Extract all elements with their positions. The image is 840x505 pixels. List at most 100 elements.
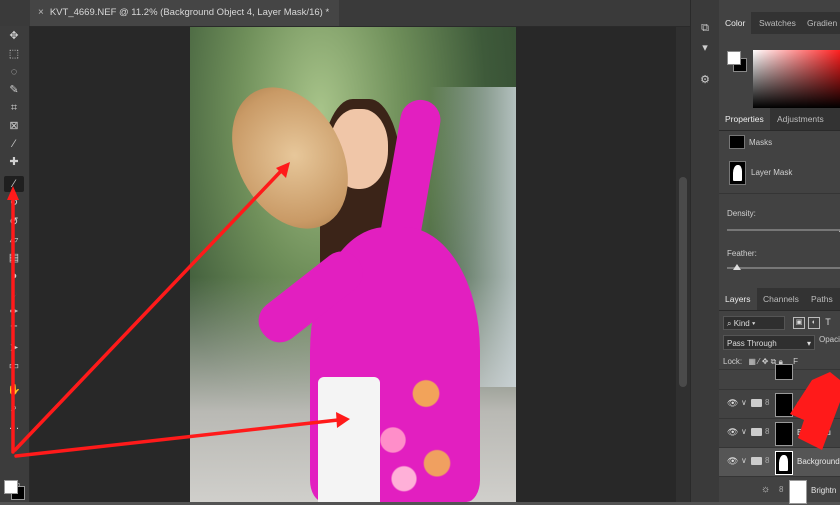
masks-label: Masks <box>749 138 773 147</box>
folder-icon <box>751 399 762 407</box>
path-select-tool-icon[interactable]: ➤ <box>4 340 24 356</box>
dodge-tool-icon[interactable]: ◐ <box>4 286 24 302</box>
layer-mask-thumbnail[interactable] <box>789 480 807 504</box>
layer-row[interactable]: 👁︎ ∨ 8 Backgrou <box>719 418 840 447</box>
scrollbar-thumb[interactable] <box>679 177 687 387</box>
healing-brush-tool-icon[interactable]: ✚ <box>4 154 24 170</box>
link-icon[interactable]: 8 <box>765 398 769 407</box>
tools-panel: ✥ ⬚ ◌ ✎ ⌗ ⊠ ⁄ ✚ ⁄ ⚲ ↺ ▱ ▤ ● ◐ ✒ T ➤ ▭ ✋ … <box>0 26 30 502</box>
color-panel-tabs: Color Swatches Gradien <box>719 12 840 35</box>
shape-tool-icon[interactable]: ▭ <box>4 358 24 374</box>
chevron-down-icon[interactable]: ∨ <box>741 427 747 436</box>
panel-icon-strip: ⧉ ▾ ⚙ <box>690 0 720 502</box>
eye-icon[interactable]: 👁︎ <box>727 398 738 409</box>
tab-gradients[interactable]: Gradien <box>801 12 840 34</box>
density-label: Density: <box>727 209 756 218</box>
pen-tool-icon[interactable]: ✒ <box>4 304 24 320</box>
document-tab-title: KVT_4669.NEF @ 11.2% (Background Object … <box>49 7 330 18</box>
layer-mask-label: Layer Mask <box>751 168 793 177</box>
feather-slider-knob[interactable] <box>733 264 741 270</box>
properties-body: Masks Layer Mask Density: Feather: <box>719 131 840 286</box>
history-brush-tool-icon[interactable]: ↺ <box>4 214 24 230</box>
layer-name: Background <box>797 457 840 466</box>
chevron-down-icon[interactable]: ∨ <box>741 398 747 407</box>
layer-mask-thumbnail[interactable] <box>729 161 746 185</box>
layer-name: Brightn <box>811 486 837 495</box>
hand-tool-icon[interactable]: ✋ <box>4 382 24 398</box>
marquee-tool-icon[interactable]: ⬚ <box>4 46 24 62</box>
clone-stamp-tool-icon[interactable]: ⚲ <box>4 196 24 212</box>
layers-body: ⌕ Kind ▾ ▣ ◐ T Pass Through ▾ Opaci Lock… <box>719 311 840 505</box>
folder-icon <box>751 428 762 436</box>
tab-paths[interactable]: Paths <box>805 288 839 310</box>
eye-icon[interactable]: 👁︎ <box>727 456 738 467</box>
gradient-tool-icon[interactable]: ▤ <box>4 250 24 266</box>
link-icon[interactable]: 8 <box>765 456 769 465</box>
tab-adjustments[interactable]: Adjustments <box>771 108 830 130</box>
layer-mask-thumbnail[interactable] <box>775 422 793 446</box>
layer-thumbnail <box>775 364 793 380</box>
layers-panel-tabs: Layers Channels Paths <box>719 288 840 311</box>
folder-icon <box>751 457 762 465</box>
document-photo[interactable] <box>190 27 516 502</box>
feather-slider[interactable] <box>727 264 840 270</box>
blend-mode-select[interactable]: Pass Through ▾ <box>723 335 815 350</box>
eraser-tool-icon[interactable]: ▱ <box>4 232 24 248</box>
link-icon[interactable]: 8 <box>779 485 783 494</box>
frame-tool-icon[interactable]: ⊠ <box>4 118 24 134</box>
opacity-label: Opaci <box>819 335 840 344</box>
kind-filter-select[interactable]: ⌕ Kind ▾ <box>723 316 785 330</box>
move-tool-icon[interactable]: ✥ <box>4 28 24 44</box>
lock-pixels-icon[interactable]: ▦ <box>748 357 756 366</box>
more-tools-icon[interactable]: … <box>4 418 24 434</box>
density-slider[interactable] <box>727 226 840 232</box>
color-picker-area <box>719 34 840 114</box>
canvas-vertical-scrollbar[interactable] <box>676 27 690 502</box>
layer-name: ground <box>797 399 822 408</box>
comments-panel-icon[interactable]: ▾ <box>697 40 713 56</box>
quick-select-tool-icon[interactable]: ✎ <box>4 82 24 98</box>
eyedropper-tool-icon[interactable]: ⁄ <box>4 136 24 152</box>
masks-icon <box>729 135 745 149</box>
document-tab-bar: × KVT_4669.NEF @ 11.2% (Background Object… <box>0 0 690 27</box>
pixel-filter-icon[interactable]: ▣ <box>793 317 805 329</box>
sun-icon: ☼ <box>761 484 771 495</box>
tab-channels[interactable]: Channels <box>757 288 805 310</box>
panel-foreground-swatch[interactable] <box>727 51 741 65</box>
brush-tool-icon[interactable]: ⁄ <box>4 176 24 192</box>
tab-layers[interactable]: Layers <box>719 288 757 310</box>
layer-row[interactable] <box>719 364 840 382</box>
document-tab[interactable]: × KVT_4669.NEF @ 11.2% (Background Object… <box>30 0 340 26</box>
eye-icon[interactable]: 👁︎ <box>727 427 738 438</box>
feather-label: Feather: <box>727 249 757 258</box>
properties-panel-tabs: Properties Adjustments <box>719 108 840 131</box>
photo-floral-pattern <box>360 347 470 502</box>
canvas-area[interactable] <box>30 27 690 502</box>
layer-row-selected[interactable]: 👁︎ ∨ 8 Background <box>719 447 840 476</box>
actions-panel-icon[interactable]: ⚙ <box>697 72 713 88</box>
layer-row[interactable]: ☼ 8 Brightn <box>719 476 840 505</box>
foreground-color-swatch[interactable] <box>4 480 18 494</box>
right-panels: Color Swatches Gradien Properties Adjust… <box>719 0 840 505</box>
chevron-down-icon[interactable]: ∨ <box>741 456 747 465</box>
link-icon[interactable]: 8 <box>765 427 769 436</box>
color-spectrum[interactable] <box>753 50 840 108</box>
lock-position-icon[interactable]: ✥ <box>762 357 769 366</box>
layer-mask-thumbnail[interactable] <box>775 451 793 475</box>
layer-row[interactable]: 👁︎ ∨ 8 ground <box>719 389 840 418</box>
adjustment-filter-icon[interactable]: ◐ <box>808 317 820 329</box>
zoom-tool-icon[interactable]: ⌕ <box>4 400 24 416</box>
lasso-tool-icon[interactable]: ◌ <box>4 64 24 80</box>
crop-tool-icon[interactable]: ⌗ <box>4 100 24 116</box>
blur-tool-icon[interactable]: ● <box>4 268 24 284</box>
layer-name: Backgrou <box>797 428 831 437</box>
type-filter-icon[interactable]: T <box>823 317 833 327</box>
history-panel-icon[interactable]: ⧉ <box>697 20 713 36</box>
tab-color[interactable]: Color <box>719 12 752 34</box>
tab-swatches[interactable]: Swatches <box>753 12 802 34</box>
lock-paint-icon[interactable]: ⁄ <box>758 357 759 366</box>
layer-mask-thumbnail[interactable] <box>775 393 793 417</box>
type-tool-icon[interactable]: T <box>4 322 24 338</box>
tab-properties[interactable]: Properties <box>719 108 770 130</box>
close-tab-icon[interactable]: × <box>38 7 44 18</box>
